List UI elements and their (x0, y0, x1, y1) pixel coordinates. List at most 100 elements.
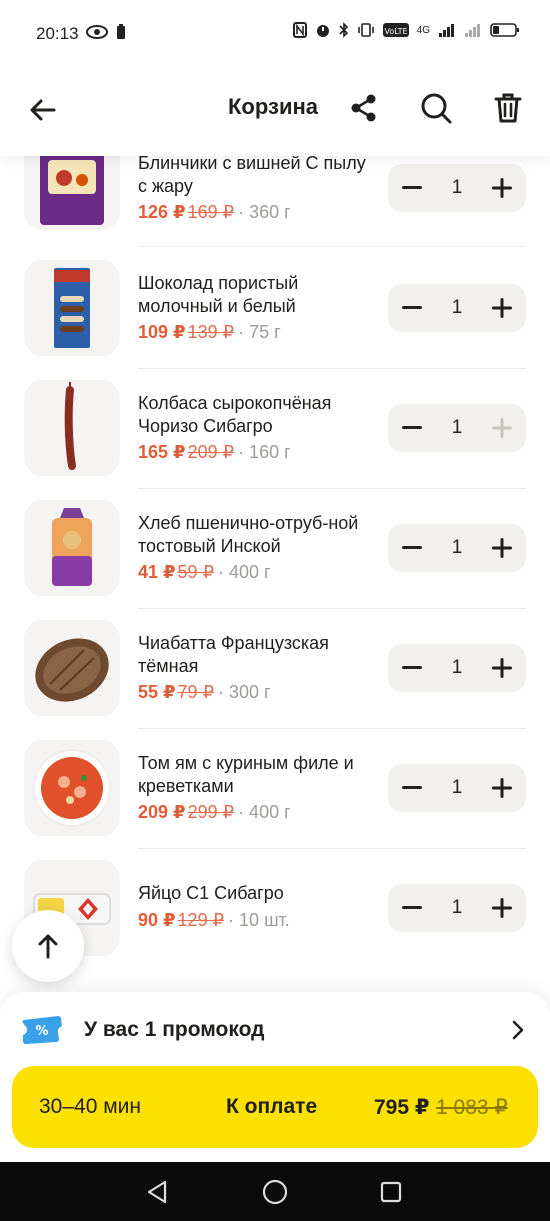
clear-cart-button[interactable] (488, 88, 528, 128)
item-price-line: 209 ₽299 ₽ · 400 г (138, 802, 291, 823)
cart-item: Колбаса сырокопчёная Чоризо Сибагро 165 … (0, 368, 550, 489)
minus-icon (402, 426, 422, 429)
item-price: 55 ₽ (138, 682, 176, 702)
checkout-old-total: 1 083 ₽ (436, 1096, 508, 1119)
increase-button[interactable] (478, 284, 526, 332)
plus-icon (491, 778, 512, 798)
decrease-button[interactable] (388, 284, 436, 332)
status-time: 20:13 (36, 24, 79, 43)
increase-button[interactable] (478, 884, 526, 932)
item-price: 165 ₽ (138, 442, 186, 462)
item-title: Том ям с куриным филе и креветками (138, 753, 354, 796)
delivery-time: 30–40 мин (39, 1095, 141, 1118)
system-nav-bar (0, 1162, 550, 1221)
checkout-button[interactable]: 30–40 мин К оплате 795 ₽ 1 083 ₽ (12, 1066, 538, 1148)
item-old-price: 139 ₽ (187, 322, 235, 342)
item-title: Шоколад пористый молочный и белый (138, 273, 299, 316)
toast-bread-bag-image (24, 500, 120, 596)
minus-icon (402, 186, 422, 189)
bluetooth-icon (339, 22, 348, 38)
item-price-line: 126 ₽169 ₽ · 360 г (138, 202, 291, 223)
item-weight: · 360 г (238, 202, 291, 222)
item-old-price: 299 ₽ (187, 802, 235, 822)
plus-icon (491, 178, 512, 198)
quantity-value: 1 (451, 417, 463, 438)
increase-button[interactable] (478, 404, 526, 452)
increase-button[interactable] (478, 164, 526, 212)
quantity-value: 1 (451, 897, 463, 918)
search-button[interactable] (416, 88, 456, 128)
vibrate-icon (357, 23, 374, 37)
promo-text: У вас 1 промокод (84, 1018, 265, 1041)
decrease-button[interactable] (388, 524, 436, 572)
nav-back-button[interactable] (141, 1176, 173, 1208)
plus-icon (491, 658, 512, 678)
minus-icon (402, 546, 422, 549)
status-left-icons (86, 24, 126, 40)
decrease-button[interactable] (388, 404, 436, 452)
minus-icon (402, 306, 422, 309)
status-bar: 20:13 VoLTE 4G (0, 0, 550, 68)
nfc-icon (292, 22, 307, 38)
quantity-value: 1 (451, 537, 463, 558)
quantity-stepper: 1 (388, 644, 526, 692)
increase-button[interactable] (478, 764, 526, 812)
share-button[interactable] (344, 88, 384, 128)
decrease-button[interactable] (388, 164, 436, 212)
item-price: 209 ₽ (138, 802, 186, 822)
nav-home-button[interactable] (259, 1176, 291, 1208)
svg-text:VoLTE: VoLTE (384, 27, 407, 36)
increase-button[interactable] (478, 524, 526, 572)
app-header: Корзина (0, 68, 550, 156)
page-title: Корзина (228, 94, 318, 119)
item-weight: · 300 г (218, 682, 271, 702)
quantity-value: 1 (451, 657, 463, 678)
item-old-price: 59 ₽ (177, 562, 215, 582)
battery-saver-icon (117, 24, 125, 39)
item-weight: · 10 шт. (228, 910, 290, 930)
plus-icon (491, 418, 512, 438)
item-weight: · 75 г (238, 322, 281, 342)
item-price-line: 55 ₽79 ₽ · 300 г (138, 682, 271, 703)
item-title: Чиабатта Французская тёмная (138, 633, 329, 676)
scroll-to-top-button[interactable] (12, 910, 84, 982)
decrease-button[interactable] (388, 884, 436, 932)
item-price-line: 41 ₽59 ₽ · 400 г (138, 562, 271, 583)
signal-icon (439, 24, 454, 37)
back-button[interactable] (22, 90, 62, 130)
plus-icon (491, 298, 512, 318)
checkout-label: К оплате (226, 1095, 318, 1118)
item-old-price: 129 ₽ (177, 910, 225, 930)
plus-icon (491, 538, 512, 558)
signal-2-icon (465, 24, 480, 37)
sausage-image (24, 380, 120, 476)
promo-row[interactable]: % У вас 1 промокод (0, 1006, 550, 1054)
item-price: 41 ₽ (138, 562, 176, 582)
decrease-button[interactable] (388, 644, 436, 692)
minus-icon (402, 906, 422, 909)
increase-button[interactable] (478, 644, 526, 692)
item-weight: · 400 г (238, 802, 291, 822)
item-price-line: 109 ₽139 ₽ · 75 г (138, 322, 281, 343)
status-right-icons: VoLTE 4G (292, 22, 520, 38)
quantity-value: 1 (451, 177, 463, 198)
quantity-value: 1 (451, 297, 463, 318)
item-title: Блинчики с вишней С пылу с жару (138, 153, 366, 196)
item-price-line: 165 ₽209 ₽ · 160 г (138, 442, 291, 463)
arrow-left-icon (30, 99, 56, 121)
square-recents-icon (380, 1181, 402, 1203)
nav-recents-button[interactable] (375, 1176, 407, 1208)
svg-text:%: % (35, 1024, 48, 1039)
tom-yam-bowl-image (24, 740, 120, 836)
promo-ticket-icon: % (22, 1016, 63, 1044)
checkout-total: 795 ₽ (374, 1096, 430, 1119)
item-price-line: 90 ₽129 ₽ · 10 шт. (138, 910, 290, 931)
minus-icon (402, 786, 422, 789)
item-title: Хлеб пшенично-отруб-ной тостовый Инской (138, 513, 359, 556)
plus-icon (491, 898, 512, 918)
network-type: 4G (416, 24, 430, 36)
decrease-button[interactable] (388, 764, 436, 812)
quantity-stepper: 1 (388, 524, 526, 572)
item-old-price: 169 ₽ (187, 202, 235, 222)
cart-item: Шоколад пористый молочный и белый 109 ₽1… (0, 248, 550, 369)
